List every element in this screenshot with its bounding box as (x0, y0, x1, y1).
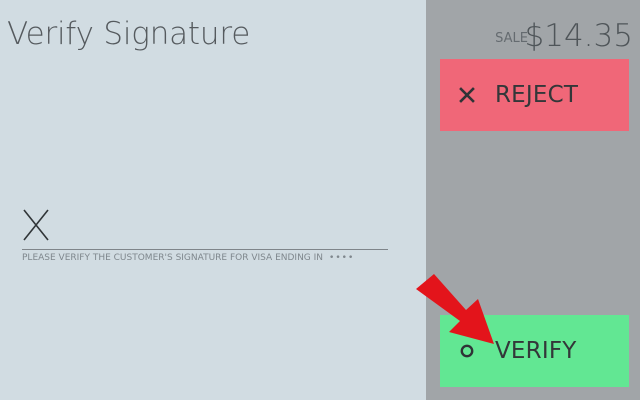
signature-x-mark (23, 209, 49, 241)
signature-instruction-text: PLEASE VERIFY THE CUSTOMER'S SIGNATURE F… (22, 253, 324, 263)
close-icon (455, 83, 479, 107)
signature-instruction: PLEASE VERIFY THE CUSTOMER'S SIGNATURE F… (22, 252, 354, 264)
signature-panel: Verify Signature PLEASE VERIFY THE CUSTO… (0, 0, 426, 400)
verify-button-label: VERIFY (495, 338, 577, 364)
reject-button[interactable]: REJECT (440, 59, 629, 131)
verify-button[interactable]: VERIFY (440, 315, 629, 387)
sale-label: SALE (495, 31, 528, 46)
page-title: Verify Signature (7, 16, 251, 52)
sale-amount: $14.35 (524, 18, 633, 54)
signature-line (22, 249, 388, 250)
signature-verification-screen: Verify Signature PLEASE VERIFY THE CUSTO… (0, 0, 640, 400)
reject-button-label: REJECT (495, 82, 579, 108)
masked-card-digits: •••• (329, 253, 355, 263)
circle-icon (455, 339, 479, 363)
